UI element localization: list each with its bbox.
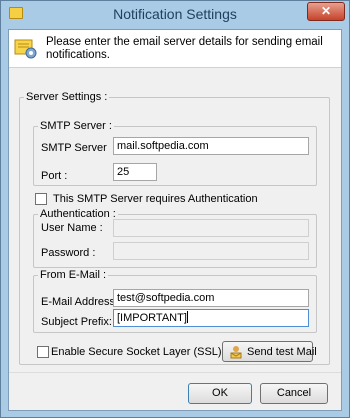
- ssl-checkbox[interactable]: [37, 346, 49, 358]
- window-title: Notification Settings: [113, 6, 237, 22]
- smtp-server-group: SMTP Server :: [33, 120, 317, 186]
- port-label: Port :: [41, 170, 68, 182]
- header-banner: Please enter the email server details fo…: [9, 30, 341, 68]
- dialog-footer: OK Cancel: [9, 372, 341, 410]
- ssl-label[interactable]: Enable Secure Socket Layer (SSL): [51, 346, 222, 358]
- title-bar[interactable]: Notification Settings ✕: [1, 1, 349, 29]
- subject-prefix-input[interactable]: [IMPORTANT]: [113, 309, 309, 327]
- email-address-input[interactable]: test@softpedia.com: [113, 289, 309, 307]
- person-mail-icon: [230, 346, 242, 359]
- port-input[interactable]: 25: [113, 163, 157, 181]
- send-test-mail-button[interactable]: Send test Mail: [222, 341, 317, 362]
- auth-required-checkbox[interactable]: [35, 193, 47, 205]
- email-address-label: E-Mail Address :: [41, 296, 122, 308]
- from-email-legend: From E-Mail :: [38, 269, 108, 281]
- text-caret: [186, 311, 188, 323]
- header-instruction: Please enter the email server details fo…: [46, 36, 323, 61]
- authentication-legend: Authentication :: [38, 208, 118, 220]
- ok-button[interactable]: OK: [188, 383, 252, 404]
- subject-prefix-label: Subject Prefix:: [41, 316, 112, 328]
- close-button[interactable]: ✕: [307, 2, 345, 21]
- dialog-body: Please enter the email server details fo…: [8, 29, 342, 411]
- notification-settings-window: Notification Settings ✕ Please enter the…: [0, 0, 350, 418]
- password-label: Password :: [41, 247, 96, 259]
- username-label: User Name :: [41, 222, 103, 234]
- username-input[interactable]: [113, 219, 309, 237]
- close-icon: ✕: [320, 4, 332, 18]
- subject-prefix-value: [IMPORTANT]: [117, 312, 187, 324]
- password-input[interactable]: [113, 242, 309, 260]
- auth-required-label[interactable]: This SMTP Server requires Authentication: [53, 193, 258, 205]
- send-test-mail-label: Send test Mail: [247, 346, 317, 358]
- smtp-server-legend: SMTP Server :: [38, 120, 114, 132]
- settings-note-icon: [14, 39, 37, 59]
- server-settings-legend: Server Settings :: [24, 91, 110, 103]
- smtp-server-input[interactable]: mail.softpedia.com: [113, 137, 309, 155]
- smtp-server-label: SMTP Server: [41, 142, 107, 154]
- cancel-button[interactable]: Cancel: [260, 383, 328, 404]
